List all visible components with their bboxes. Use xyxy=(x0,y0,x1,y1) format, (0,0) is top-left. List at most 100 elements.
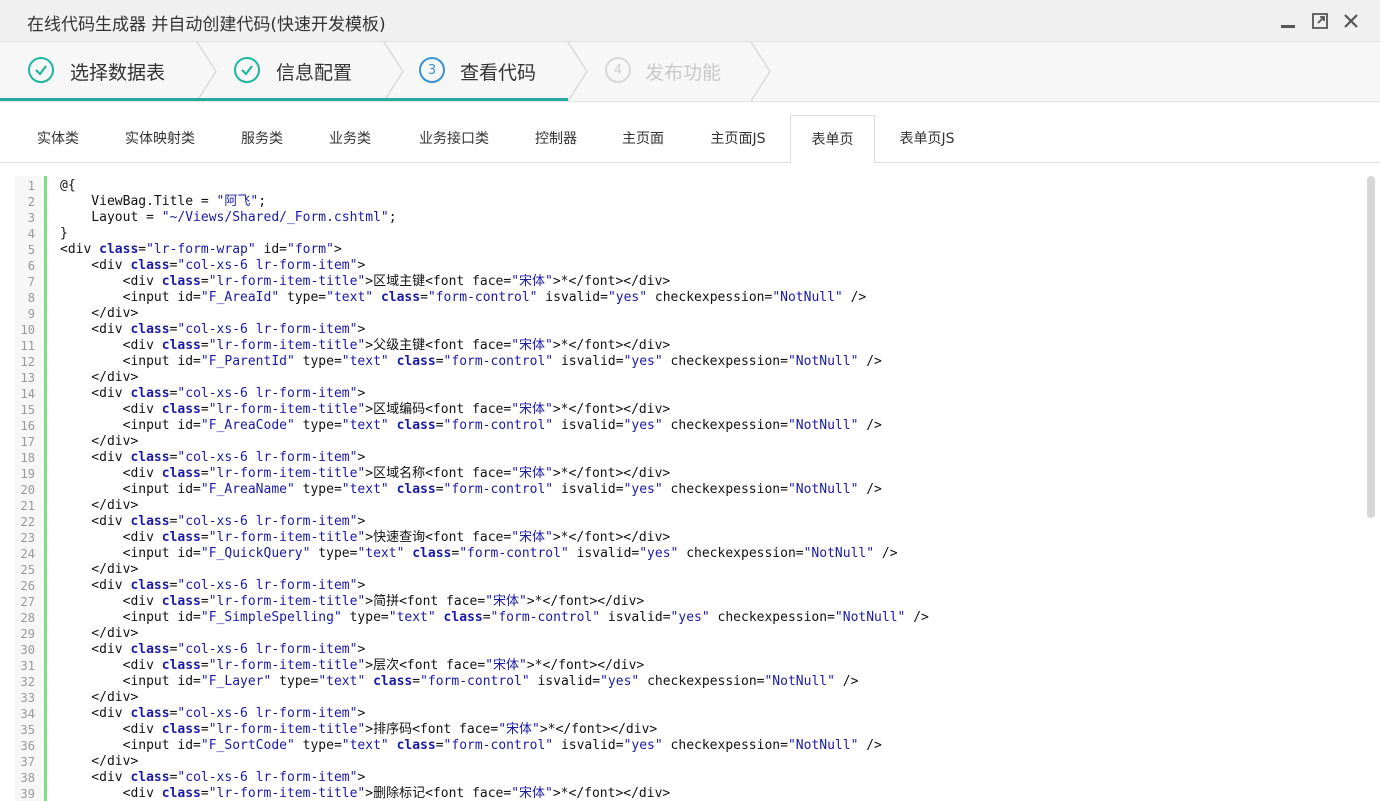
step-separator xyxy=(567,42,589,101)
step-number: 4 xyxy=(605,57,631,83)
line-number: 38 xyxy=(20,771,35,785)
line-number: 19 xyxy=(20,467,35,481)
line-number: 18 xyxy=(20,451,35,465)
line-number: 39 xyxy=(20,787,35,801)
line-number: 29 xyxy=(20,627,35,641)
code-text: <div class="col-xs-6 lr-form-item"> xyxy=(60,706,366,721)
tab-main-page[interactable]: 主页面 xyxy=(603,115,683,163)
line-number: 26 xyxy=(20,579,35,593)
line-number: 4 xyxy=(27,227,35,241)
window-titlebar: 在线代码生成器 并自动创建代码(快速开发模板) xyxy=(0,0,1380,42)
vertical-scrollbar[interactable] xyxy=(1367,176,1375,518)
code-text: <div class="lr-form-item-title">排序码<font… xyxy=(60,722,658,737)
code-text: <div class="lr-form-item-title">层次<font … xyxy=(60,658,645,673)
line-number: 37 xyxy=(20,755,35,769)
code-text: <input id="F_SimpleSpelling" type="text"… xyxy=(60,610,929,625)
line-number: 23 xyxy=(20,531,35,545)
code-text: <div class="lr-form-item-title">简拼<font … xyxy=(60,594,645,609)
tab-entity[interactable]: 实体类 xyxy=(18,115,98,163)
code-text: <div class="lr-form-item-title">父级主键<fon… xyxy=(60,338,671,353)
line-number: 20 xyxy=(20,483,35,497)
line-number: 5 xyxy=(27,243,35,257)
tab-service[interactable]: 服务类 xyxy=(222,115,302,163)
tab-main-page-js[interactable]: 主页面JS xyxy=(692,115,784,163)
line-number: 11 xyxy=(20,339,35,353)
step-number: 3 xyxy=(419,57,445,83)
line-number: 35 xyxy=(20,723,35,737)
tab-entity-map[interactable]: 实体映射类 xyxy=(110,115,210,163)
code-text: </div> xyxy=(60,498,139,513)
step-separator xyxy=(383,42,405,101)
check-icon xyxy=(28,57,54,83)
code-text: ViewBag.Title = "阿飞"; xyxy=(60,194,267,209)
code-text: <div class="col-xs-6 lr-form-item"> xyxy=(60,642,366,657)
code-text: <div class="col-xs-6 lr-form-item"> xyxy=(60,578,366,593)
line-number: 34 xyxy=(20,707,35,721)
code-text: <div class="col-xs-6 lr-form-item"> xyxy=(60,514,366,529)
tab-form-page[interactable]: 表单页 xyxy=(790,115,875,164)
line-number: 21 xyxy=(20,499,35,513)
code-text: <div class="col-xs-6 lr-form-item"> xyxy=(60,322,366,337)
line-number: 25 xyxy=(20,563,35,577)
code-tabs: 实体类 实体映射类 服务类 业务类 业务接口类 控制器 主页面 主页面JS 表单… xyxy=(0,102,1380,164)
step-separator xyxy=(750,42,772,101)
change-marker-bar xyxy=(44,176,47,801)
minimize-icon[interactable] xyxy=(1278,11,1298,31)
code-text: <input id="F_ParentId" type="text" class… xyxy=(60,354,882,369)
line-number: 33 xyxy=(20,691,35,705)
code-text: </div> xyxy=(60,626,139,641)
step-label: 发布功能 xyxy=(645,62,722,84)
tab-business[interactable]: 业务类 xyxy=(310,115,390,163)
code-text: </div> xyxy=(60,306,139,321)
line-number: 16 xyxy=(20,419,35,433)
line-number: 8 xyxy=(27,291,35,305)
maximize-icon[interactable] xyxy=(1310,11,1330,31)
window-title: 在线代码生成器 并自动创建代码(快速开发模板) xyxy=(27,15,386,35)
code-text: <input id="F_AreaId" type="text" class="… xyxy=(60,290,867,305)
line-number: 32 xyxy=(20,675,35,689)
code-text: </div> xyxy=(60,690,139,705)
line-number: 1 xyxy=(27,179,35,193)
code-text: <div class="lr-form-item-title">删除标记<fon… xyxy=(60,786,671,801)
code-text: </div> xyxy=(60,562,139,577)
step-select-table[interactable]: 选择数据表 xyxy=(0,42,200,100)
line-number: 3 xyxy=(27,211,35,225)
line-number: 30 xyxy=(20,643,35,657)
code-text: <div class="col-xs-6 lr-form-item"> xyxy=(60,770,366,785)
line-number: 36 xyxy=(20,739,35,753)
code-text: Layout = "~/Views/Shared/_Form.cshtml"; xyxy=(60,210,397,225)
code-text: <div class="lr-form-item-title">区域名称<fon… xyxy=(60,466,671,481)
code-text: <input id="F_Layer" type="text" class="f… xyxy=(60,674,859,689)
code-text: <input id="F_AreaName" type="text" class… xyxy=(60,482,882,497)
line-number: 9 xyxy=(27,307,35,321)
step-info-config[interactable]: 信息配置 xyxy=(218,42,388,100)
code-text: <div class="col-xs-6 lr-form-item"> xyxy=(60,258,366,273)
line-number: 2 xyxy=(27,195,35,209)
tab-form-page-js[interactable]: 表单页JS xyxy=(882,115,972,163)
line-number: 12 xyxy=(20,355,35,369)
check-icon xyxy=(234,57,260,83)
step-separator xyxy=(196,42,218,101)
step-label: 选择数据表 xyxy=(70,62,166,84)
tab-controller[interactable]: 控制器 xyxy=(516,115,596,163)
code-text: <div class="col-xs-6 lr-form-item"> xyxy=(60,450,366,465)
line-number: 14 xyxy=(20,387,35,401)
step-view-code[interactable]: 3 查看代码 xyxy=(405,42,565,100)
code-text: </div> xyxy=(60,434,139,449)
code-text: <input id="F_AreaCode" type="text" class… xyxy=(60,418,882,433)
line-number: 31 xyxy=(20,659,35,673)
line-number: 24 xyxy=(20,547,35,561)
code-text: <div class="lr-form-wrap" id="form"> xyxy=(60,242,342,257)
line-number: 7 xyxy=(27,275,35,289)
code-text: </div> xyxy=(60,370,139,385)
close-icon[interactable] xyxy=(1341,11,1361,31)
code-text: <div class="lr-form-item-title">区域编码<fon… xyxy=(60,402,671,417)
code-text: <div class="col-xs-6 lr-form-item"> xyxy=(60,386,366,401)
line-number: 27 xyxy=(20,595,35,609)
code-text: <input id="F_SortCode" type="text" class… xyxy=(60,738,882,753)
code-editor[interactable]: 1 @{2 ViewBag.Title = "阿飞"; 3 Layout = "~/… xyxy=(15,176,1364,801)
step-publish[interactable]: 4 发布功能 xyxy=(589,42,749,100)
code-text: <div class="lr-form-item-title">区域主键<fon… xyxy=(60,274,671,289)
tab-business-interface[interactable]: 业务接口类 xyxy=(402,115,506,163)
code-text: } xyxy=(60,226,68,241)
